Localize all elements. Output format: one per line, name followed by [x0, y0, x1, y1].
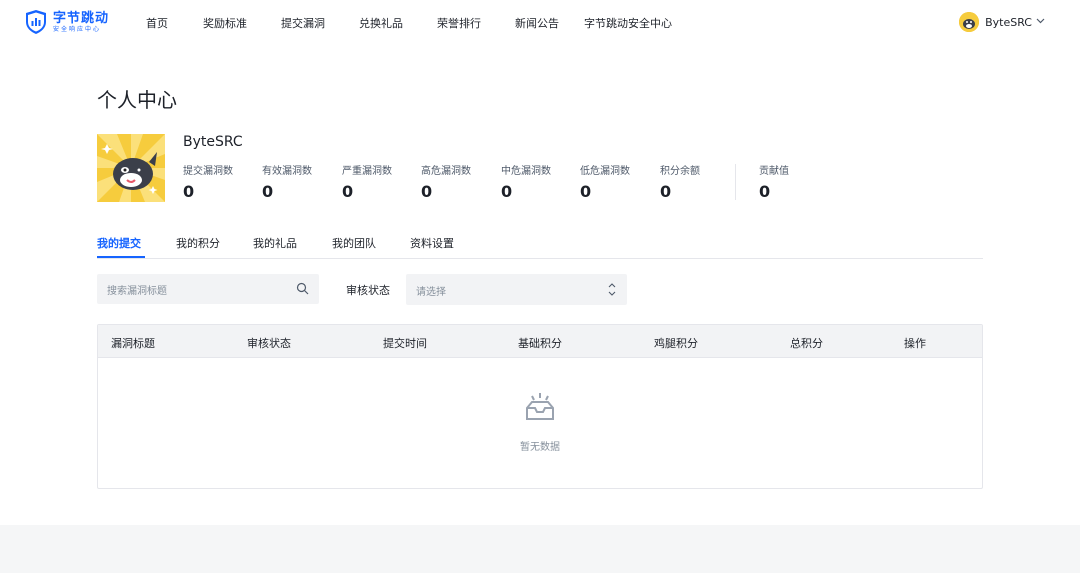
- brand-title: 字节跳动: [53, 10, 110, 26]
- empty-inbox-icon: [526, 393, 554, 420]
- stat-label: 中危漏洞数: [501, 166, 551, 177]
- column-header: 漏洞标题: [111, 337, 155, 350]
- search-input[interactable]: 搜索漏洞标题: [97, 274, 319, 304]
- active-tab-indicator: [97, 256, 145, 258]
- profile-tabs: 我的提交 我的积分 我的礼品 我的团队 资料设置: [97, 234, 983, 259]
- stat-divider: [735, 164, 736, 200]
- nav-item-security-center[interactable]: 字节跳动安全中心: [584, 15, 672, 31]
- tab-my-gifts[interactable]: 我的礼品: [253, 235, 297, 251]
- select-arrows-icon: [608, 283, 616, 296]
- shield-logo-icon: [26, 10, 46, 34]
- column-header: 提交时间: [383, 337, 427, 350]
- stat-value: 0: [421, 182, 433, 201]
- orca-mascot-icon: [97, 134, 165, 202]
- top-navbar: 字节跳动 安全响应中心 首页 奖励标准 提交漏洞 兑换礼品 荣誉排行 新闻公告 …: [0, 0, 1080, 44]
- main-content: 个人中心 ByteSRC 提交漏洞数 0 有效漏洞数 0 严重漏洞数 0 高危漏…: [0, 44, 1080, 525]
- submissions-table: 漏洞标题 审核状态 提交时间 基础积分 鸡腿积分 总积分 操作 暂无数据: [97, 324, 983, 489]
- select-placeholder: 请选择: [416, 287, 446, 298]
- stat-low-vulns: 低危漏洞数 0: [580, 162, 630, 201]
- column-header: 总积分: [790, 337, 823, 350]
- stat-contribution: 贡献值 0: [759, 162, 789, 201]
- stat-submitted-vulns: 提交漏洞数 0: [183, 162, 233, 201]
- tab-my-points[interactable]: 我的积分: [176, 235, 220, 251]
- orca-mascot-icon: [959, 12, 980, 32]
- tab-my-team[interactable]: 我的团队: [332, 235, 376, 251]
- stat-label: 积分余额: [660, 166, 700, 177]
- stat-label: 贡献值: [759, 166, 789, 177]
- column-header: 操作: [904, 337, 926, 350]
- stat-label: 严重漏洞数: [342, 166, 392, 177]
- empty-state-text: 暂无数据: [520, 442, 560, 453]
- search-placeholder: 搜索漏洞标题: [107, 286, 167, 297]
- column-header: 鸡腿积分: [654, 337, 698, 350]
- brand-logo[interactable]: 字节跳动 安全响应中心: [25, 9, 109, 35]
- stat-value: 0: [183, 182, 195, 201]
- table-header: 漏洞标题 审核状态 提交时间 基础积分 鸡腿积分 总积分 操作: [98, 325, 982, 358]
- profile-avatar: [97, 134, 165, 202]
- search-icon[interactable]: [296, 282, 309, 295]
- stat-label: 高危漏洞数: [421, 166, 471, 177]
- tab-profile-settings[interactable]: 资料设置: [410, 235, 454, 251]
- stat-critical-vulns: 严重漏洞数 0: [342, 162, 392, 201]
- stat-label: 提交漏洞数: [183, 166, 233, 177]
- user-name: ByteSRC: [985, 15, 1032, 29]
- user-menu[interactable]: ByteSRC: [959, 12, 1045, 32]
- stat-high-vulns: 高危漏洞数 0: [421, 162, 471, 201]
- stat-value: 0: [759, 182, 771, 201]
- page-footer: [0, 525, 1080, 573]
- page-title: 个人中心: [97, 88, 177, 112]
- stat-value: 0: [501, 182, 513, 201]
- avatar: [959, 12, 980, 32]
- stat-points-balance: 积分余额 0: [660, 162, 700, 201]
- stat-value: 0: [262, 182, 274, 201]
- nav-item-rewards[interactable]: 奖励标准: [203, 15, 247, 31]
- brand-subtitle: 安全响应中心: [53, 25, 102, 33]
- chevron-down-icon: [1036, 17, 1045, 27]
- tab-my-submissions[interactable]: 我的提交: [97, 235, 141, 251]
- stat-value: 0: [660, 182, 672, 201]
- stat-medium-vulns: 中危漏洞数 0: [501, 162, 551, 201]
- status-select[interactable]: 请选择: [406, 274, 627, 305]
- stat-value: 0: [580, 182, 592, 201]
- stat-valid-vulns: 有效漏洞数 0: [262, 162, 312, 201]
- profile-username: ByteSRC: [183, 134, 243, 150]
- nav-item-home[interactable]: 首页: [146, 15, 168, 31]
- stat-label: 低危漏洞数: [580, 166, 630, 177]
- column-header: 审核状态: [247, 337, 291, 350]
- nav-item-redeem-gifts[interactable]: 兑换礼品: [359, 15, 403, 31]
- nav-item-ranking[interactable]: 荣誉排行: [437, 15, 481, 31]
- stat-value: 0: [342, 182, 354, 201]
- status-filter-label: 审核状态: [346, 284, 390, 297]
- column-header: 基础积分: [518, 337, 562, 350]
- nav-item-news[interactable]: 新闻公告: [515, 15, 559, 31]
- stat-label: 有效漏洞数: [262, 166, 312, 177]
- nav-item-submit-vuln[interactable]: 提交漏洞: [281, 15, 325, 31]
